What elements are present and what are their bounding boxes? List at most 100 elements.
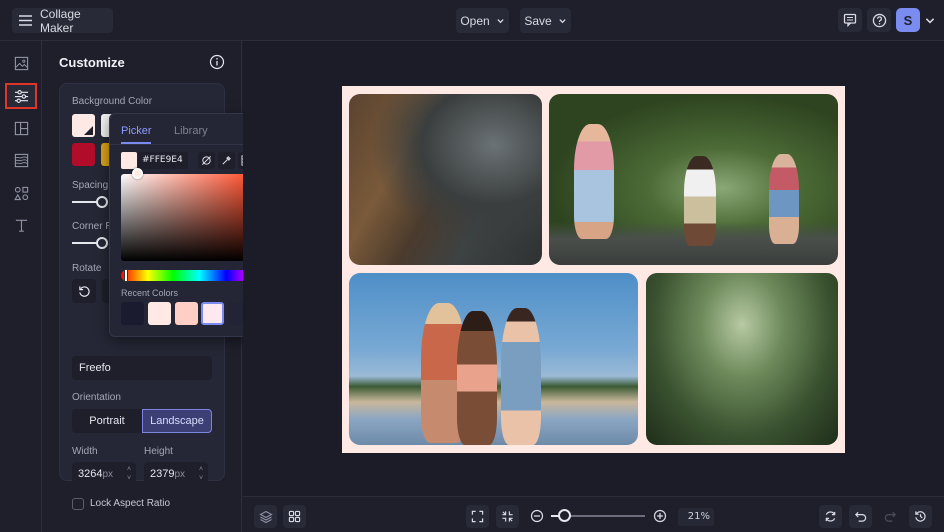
- user-avatar[interactable]: S: [896, 8, 920, 32]
- width-unit: px: [102, 469, 114, 480]
- bottom-toolbar: 21%: [243, 496, 944, 532]
- panel-title: Customize: [59, 55, 125, 70]
- layers-icon: [258, 510, 273, 524]
- height-stepper[interactable]: ˄ ˅: [197, 465, 205, 483]
- text-icon: [14, 218, 29, 233]
- width-label: Width: [72, 446, 98, 457]
- orientation-label: Orientation: [72, 392, 121, 403]
- top-bar: Collage Maker Open Save S: [0, 0, 944, 41]
- layout-icon: [14, 121, 29, 136]
- rail-item-layouts[interactable]: [5, 115, 37, 141]
- help-icon: [872, 13, 887, 28]
- recent-color-swatch[interactable]: [147, 302, 171, 325]
- collapse-icon: [501, 510, 514, 523]
- feedback-button[interactable]: [838, 8, 862, 32]
- save-button[interactable]: Save: [520, 8, 571, 33]
- freeform-select[interactable]: Freefo: [72, 356, 212, 380]
- figure-runner-1: [574, 124, 614, 239]
- rail-item-backgrounds[interactable]: [5, 147, 37, 173]
- texture-icon: [14, 153, 29, 168]
- zoom-in-icon[interactable]: [653, 509, 667, 523]
- width-input[interactable]: 3264px ˄ ˅: [72, 462, 136, 486]
- spacing-slider-knob[interactable]: [96, 196, 108, 208]
- history-button[interactable]: [909, 505, 932, 528]
- fit-screen-button[interactable]: [466, 505, 489, 528]
- saturation-value-knob[interactable]: [132, 168, 143, 179]
- zoom-slider-track[interactable]: [563, 515, 645, 517]
- rail-item-photos[interactable]: [5, 50, 37, 76]
- no-color-button[interactable]: [198, 152, 215, 169]
- rotate-label: Rotate: [72, 263, 102, 274]
- recent-color-swatch[interactable]: [201, 302, 225, 325]
- height-input[interactable]: 2379px ˄ ˅: [144, 462, 208, 486]
- collage-canvas[interactable]: [342, 86, 845, 453]
- redo-button[interactable]: [879, 505, 902, 528]
- figure-runner-3: [769, 154, 799, 244]
- swatch-current[interactable]: [72, 114, 95, 137]
- rail-item-graphics[interactable]: [5, 180, 37, 206]
- photo-forest-trees[interactable]: [646, 273, 838, 445]
- height-unit: px: [174, 469, 186, 480]
- orientation-portrait-button[interactable]: Portrait: [72, 409, 142, 433]
- rail-item-customize[interactable]: [5, 83, 37, 109]
- photo-shoreline-water[interactable]: [349, 94, 542, 265]
- chevron-down-icon[interactable]: [924, 14, 936, 26]
- freeform-label: Freefo: [79, 362, 111, 374]
- shrink-button[interactable]: [496, 505, 519, 528]
- tab-picker[interactable]: Picker: [121, 125, 152, 137]
- chat-icon: [843, 13, 857, 27]
- tab-library[interactable]: Library: [174, 125, 208, 137]
- recent-colors-label: Recent Colors: [121, 288, 179, 298]
- hex-input[interactable]: #FFE9E4: [138, 152, 188, 169]
- width-stepper[interactable]: ˄ ˅: [125, 465, 133, 483]
- zoom-percent[interactable]: 21%: [678, 508, 714, 526]
- grid-view-button[interactable]: [283, 505, 306, 528]
- figure-beach-2: [457, 311, 497, 445]
- app-title: Collage Maker: [40, 6, 81, 35]
- spacing-label: Spacing: [72, 180, 109, 191]
- reset-button[interactable]: [819, 505, 842, 528]
- open-button[interactable]: Open: [456, 8, 509, 33]
- redo-icon: [884, 510, 897, 523]
- chevron-down-icon: [558, 16, 567, 25]
- recent-color-swatch[interactable]: [121, 302, 144, 325]
- corner-slider-knob[interactable]: [96, 237, 108, 249]
- orientation-landscape-button[interactable]: Landscape: [142, 409, 212, 433]
- zoom-out-icon[interactable]: [530, 509, 544, 523]
- active-tab-indicator: [121, 142, 151, 144]
- open-label: Open: [460, 13, 490, 28]
- hamburger-icon: [19, 15, 32, 26]
- current-color-preview: [121, 152, 137, 169]
- grid-view-icon: [288, 510, 301, 523]
- background-color-label: Background Color: [72, 96, 153, 107]
- swatch-red[interactable]: [72, 143, 95, 166]
- history-icon: [914, 510, 927, 523]
- zoom-slider-knob[interactable]: [558, 509, 571, 522]
- rotate-left-button[interactable]: [72, 279, 96, 303]
- lock-aspect-label: Lock Aspect Ratio: [90, 498, 171, 509]
- refresh-icon: [824, 510, 837, 523]
- undo-button[interactable]: [849, 505, 872, 528]
- shapes-icon: [13, 186, 29, 201]
- app-menu-button[interactable]: Collage Maker: [12, 6, 113, 35]
- hue-slider-handle[interactable]: [124, 269, 128, 282]
- eyedropper-icon: [221, 155, 232, 166]
- layers-button[interactable]: [254, 505, 277, 528]
- height-value: 2379: [150, 468, 175, 480]
- recent-color-swatch[interactable]: [174, 302, 198, 325]
- eyedropper-button[interactable]: [218, 152, 235, 169]
- photo-women-running-road[interactable]: [549, 94, 838, 265]
- no-color-icon: [201, 155, 212, 166]
- tool-rail: [0, 41, 42, 532]
- photo-women-beach-swimsuits[interactable]: [349, 273, 638, 445]
- info-icon[interactable]: [209, 54, 225, 70]
- sliders-icon: [14, 89, 29, 104]
- lock-aspect-checkbox[interactable]: [72, 498, 84, 510]
- undo-icon: [854, 510, 867, 523]
- image-icon: [14, 56, 29, 71]
- chevron-down-icon: [496, 16, 505, 25]
- rail-item-text[interactable]: [5, 212, 37, 238]
- help-button[interactable]: [867, 8, 891, 32]
- width-value: 3264: [78, 468, 103, 480]
- height-label: Height: [144, 446, 173, 457]
